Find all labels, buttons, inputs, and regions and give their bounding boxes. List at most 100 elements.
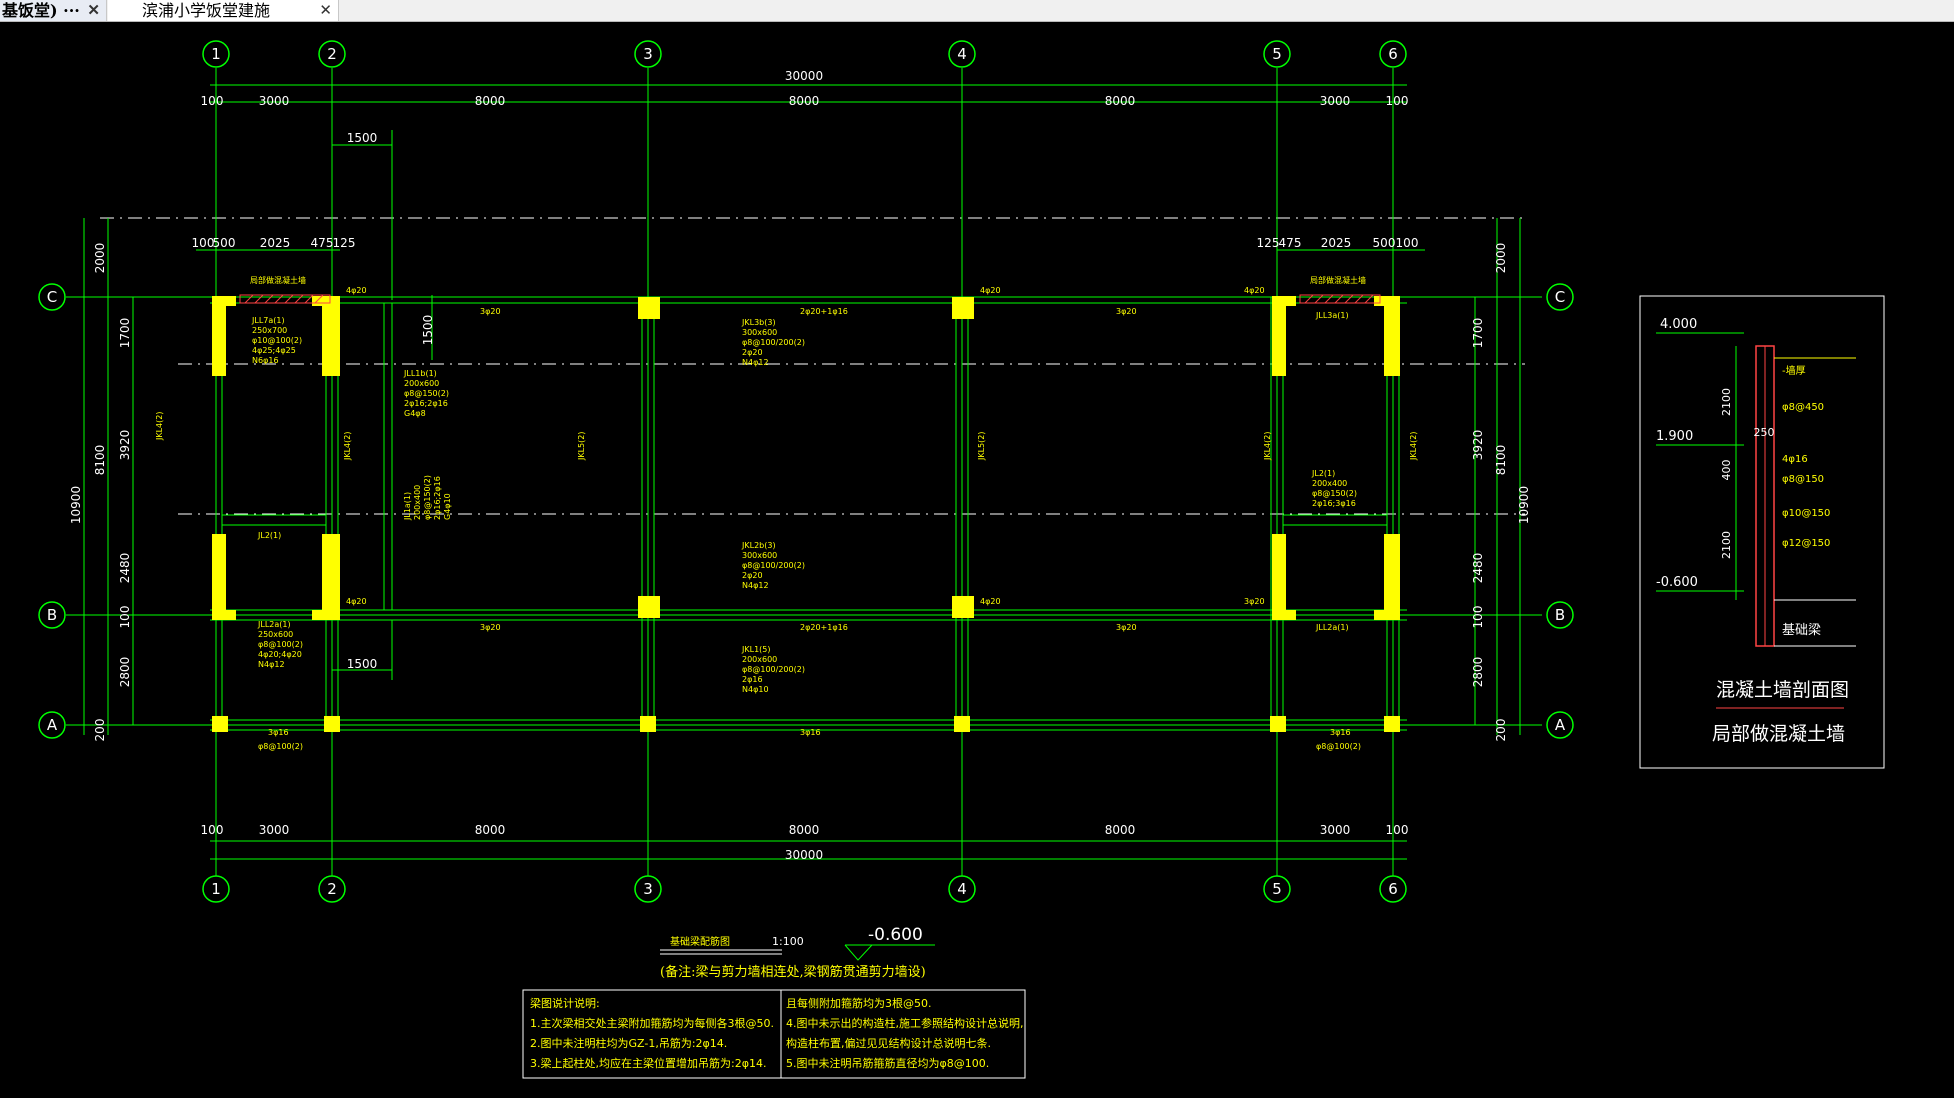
beam-note: JLL2a(1) [257,620,291,629]
beam-note: φ10@100(2) [252,336,302,345]
beam-note: JKL4(2) [155,412,164,441]
beam-note: 200x600 [742,655,777,664]
beam-note: 局部做混凝土墙 [250,275,306,285]
beam-note: 4φ20 [1244,286,1265,295]
beam-note: φ8@100(2) [1316,742,1361,751]
beam-note: φ8@150(2) [1312,489,1357,498]
beam-note: JL2(1) [1311,469,1335,478]
dim-text: 3000 [259,823,290,837]
dim-text: 1500 [347,657,378,671]
beam-note: 2φ20 [742,571,763,580]
beam-note: φ8@100(2) [258,742,303,751]
dim-text: 8000 [789,823,820,837]
axis-label: 2 [327,45,337,63]
dim-text: 200 [93,719,107,742]
beam-note: φ8@100(2) [258,640,303,649]
foundation-beam-label: 基础梁 [1782,623,1821,638]
beam-note: 2φ20 [742,348,763,357]
note-line: 1.主次梁相交处主梁附加箍筋均为每侧各3根@50. [530,1016,774,1030]
dim-text: 1500 [421,315,435,346]
dim-text: 3000 [1320,94,1351,108]
dim-text: 10900 [69,486,83,524]
beam-note: φ8@100/200(2) [742,338,805,347]
beam-note: φ8@150(2) [423,475,432,520]
beam-note: N4φ12 [258,660,285,669]
close-icon[interactable]: ✕ [319,0,332,21]
beam-note: G4φ8 [404,409,426,418]
note-line: 构造柱布置,偏过见见结构设计总说明七条. [786,1036,991,1050]
axis-label: 1 [211,45,221,63]
beam-note: JL2(1) [257,531,281,540]
dim-text: 8100 [1494,445,1508,476]
dim-text: 400 [1720,460,1733,481]
dim-text: 3920 [118,430,132,461]
beam-note: 300x600 [742,551,777,560]
dimension-texts: 30000 100 3000 8000 8000 8000 3000 100 1… [192,69,1419,862]
beam-note: 3φ20 [480,623,501,632]
dim-text: 200 [1494,719,1508,742]
beam-note: 4φ20 [980,286,1001,295]
section-texts: 4.000 1.900 -0.600 [1656,317,1698,590]
dim-text: 2000 [1494,243,1508,274]
dim-text: 2480 [1471,553,1485,584]
rebar-note: -墙厚 [1782,364,1806,377]
beam-note: JLL1b(1) [403,369,437,378]
axis-label: 6 [1388,880,1398,898]
cad-drawing-canvas[interactable]: 1 2 3 4 5 6 1 2 3 4 5 6 C B A C B A 3000… [0,21,1954,1098]
axis-label: 4 [957,880,967,898]
drawing-remark: (备注:梁与剪力墙相连处,梁钢筋贯通剪力墙设) [660,964,926,980]
beam-note: 4φ20 [346,286,367,295]
beam-note: JKL4(2) [1263,432,1272,461]
beam-note: JL1a(1) [403,492,412,521]
concrete-wall-hatch [239,294,1381,304]
axis-label: A [47,716,58,734]
dim-text: 100 [201,94,224,108]
close-icon[interactable]: ✕ [87,0,100,21]
beam-note: N6φ16 [252,356,279,365]
dim-text: 3000 [1320,823,1351,837]
axis-label: 1 [211,880,221,898]
dim-text: 500 [1373,236,1396,250]
note-line: 4.图中未示出的构造柱,施工参照结构设计总说明, [786,1016,1024,1030]
beam-note: N4φ12 [742,581,769,590]
axis-label: B [1555,606,1565,624]
beam-note: JKL4(2) [343,432,352,461]
tab-bar: 基饭堂) ··· ✕ 滨浦小学饭堂建施 ✕ [0,0,1954,22]
dim-text: 2100 [1720,388,1733,416]
dim-text: 100 [192,236,215,250]
vertical-beam-annotations: JKL4(2) JKL4(2) JKL5(2) JKL5(2) JKL4(2) … [155,412,1418,521]
dim-text: 8000 [789,94,820,108]
rebar-note: 4φ16 [1782,454,1808,465]
tab-1[interactable]: 基饭堂) ··· ✕ [0,0,107,21]
dim-text: 475 [1279,236,1302,250]
dim-bottom-total: 30000 [785,848,823,862]
beam-note: 250x700 [252,326,287,335]
rebar-note: φ12@150 [1782,538,1830,549]
elevation-label: -0.600 [1656,575,1698,590]
rebar-note: φ10@150 [1782,508,1830,519]
beam-note: JLL2a(1) [1315,623,1349,632]
drawing-elevation: -0.600 [868,925,923,945]
beam-note: 3φ16 [268,728,289,737]
notes-right: 且每侧附加箍筋均为3根@50. 4.图中未示出的构造柱,施工参照结构设计总说明,… [786,996,1024,1070]
beam-note: JKL3b(3) [741,318,776,327]
drawing-title: 基础梁配筋图 [670,935,730,948]
dim-text: 8000 [475,823,506,837]
tab-2[interactable]: 滨浦小学饭堂建施 ✕ [108,0,339,21]
dim-text: 100 [1396,236,1419,250]
beam-note: JKL1(5) [741,645,770,654]
dim-text: 2480 [118,553,132,584]
notes-left: 梁图说计说明: 1.主次梁相交处主梁附加箍筋均为每侧各3根@50. 2.图中未注… [530,996,774,1070]
beam-note: JLL3a(1) [1315,311,1349,320]
beam-note: 2φ16;2φ16 [404,399,448,408]
dim-text: 100 [1386,94,1409,108]
beam-note: 3φ20 [1116,307,1137,316]
rebar-note: φ8@450 [1782,402,1824,413]
drawing-scale: 1:100 [772,935,804,948]
beam-note: JKL4(2) [1409,432,1418,461]
beam-note: 200x400 [413,485,422,520]
dim-text: 2025 [260,236,291,250]
section-title: 混凝土墙剖面图 [1716,679,1849,701]
beam-note: φ8@100/200(2) [742,665,805,674]
tab-1-label: 基饭堂) ··· [2,1,80,20]
